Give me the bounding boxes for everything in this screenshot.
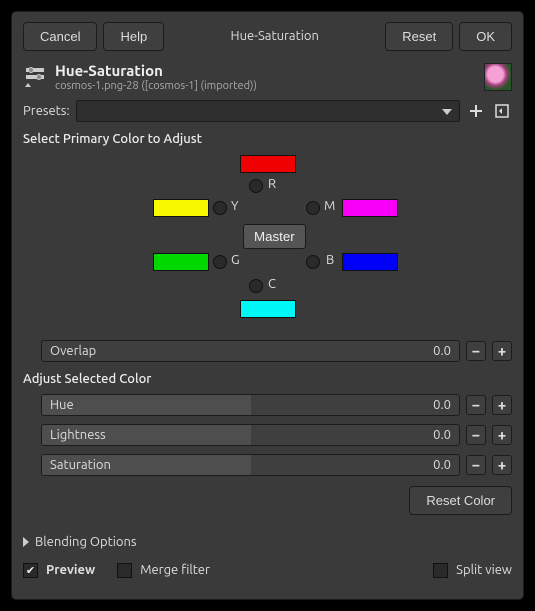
dialog-name-label: Hue-Saturation: [225, 22, 325, 51]
swatch-green[interactable]: [153, 253, 209, 271]
footer-row: ✔ Preview Merge filter Split view: [23, 563, 512, 578]
label-green: G: [231, 253, 240, 267]
lightness-slider-value: 0.0: [433, 428, 451, 442]
title-text: Hue-Saturation cosmos-1.png-28 ([cosmos-…: [55, 63, 257, 92]
saturation-increment[interactable]: +: [492, 455, 512, 475]
lightness-increment[interactable]: +: [492, 425, 512, 445]
radio-blue[interactable]: [306, 255, 320, 269]
preview-label: Preview: [46, 563, 95, 577]
image-thumbnail: [484, 63, 512, 91]
label-blue: B: [326, 253, 334, 267]
overlap-slider[interactable]: Overlap 0.0: [41, 340, 460, 362]
overlap-row: Overlap 0.0 − +: [23, 340, 512, 362]
swatch-blue[interactable]: [342, 253, 398, 271]
blending-options-label: Blending Options: [35, 535, 137, 549]
master-button[interactable]: Master: [243, 224, 306, 249]
label-magenta: M: [324, 199, 335, 213]
help-button[interactable]: Help: [103, 22, 164, 51]
saturation-row: Saturation 0.0 − +: [23, 454, 512, 476]
adjust-selected-label: Adjust Selected Color: [23, 372, 512, 386]
radio-red[interactable]: [249, 179, 263, 193]
merge-filter-checkbox[interactable]: [117, 563, 132, 578]
page-title: Hue-Saturation: [55, 63, 257, 80]
cancel-button[interactable]: Cancel: [23, 22, 97, 51]
label-cyan: C: [268, 277, 276, 291]
hue-row: Hue 0.0 − +: [23, 394, 512, 416]
saturation-slider-label: Saturation: [50, 458, 111, 472]
hue-saturation-tool-icon: [23, 65, 47, 89]
presets-label: Presets:: [23, 104, 70, 118]
saturation-slider-value: 0.0: [433, 458, 451, 472]
manage-presets-icon[interactable]: [492, 101, 512, 121]
saturation-decrement[interactable]: −: [466, 455, 486, 475]
presets-row: Presets:: [23, 100, 512, 122]
blending-options-expander[interactable]: Blending Options: [23, 535, 512, 549]
overlap-slider-label: Overlap: [50, 344, 96, 358]
hue-slider[interactable]: Hue 0.0: [41, 394, 460, 416]
lightness-row: Lightness 0.0 − +: [23, 424, 512, 446]
hue-slider-label: Hue: [50, 398, 74, 412]
overlap-slider-value: 0.0: [433, 344, 451, 358]
radio-cyan[interactable]: [249, 279, 263, 293]
title-row: Hue-Saturation cosmos-1.png-28 ([cosmos-…: [23, 63, 512, 92]
add-preset-icon[interactable]: [466, 101, 486, 121]
color-wheel: R Y M Master G B C: [23, 152, 512, 332]
lightness-slider-label: Lightness: [50, 428, 106, 442]
file-subtitle: cosmos-1.png-28 ([cosmos-1] (imported)): [55, 80, 257, 92]
swatch-red[interactable]: [240, 155, 296, 173]
lightness-decrement[interactable]: −: [466, 425, 486, 445]
presets-dropdown[interactable]: [76, 100, 460, 122]
lightness-slider[interactable]: Lightness 0.0: [41, 424, 460, 446]
ok-button[interactable]: OK: [459, 22, 512, 51]
radio-yellow[interactable]: [213, 201, 227, 215]
saturation-slider[interactable]: Saturation 0.0: [41, 454, 460, 476]
radio-magenta[interactable]: [306, 201, 320, 215]
split-view-checkbox[interactable]: [433, 563, 448, 578]
overlap-decrement[interactable]: −: [466, 341, 486, 361]
radio-green[interactable]: [213, 255, 227, 269]
swatch-cyan[interactable]: [240, 300, 296, 318]
merge-filter-label: Merge filter: [140, 563, 210, 577]
label-red: R: [268, 177, 276, 191]
reset-color-button[interactable]: Reset Color: [409, 486, 512, 515]
hue-saturation-dialog: Cancel Help Hue-Saturation Reset OK Hue-…: [11, 11, 524, 600]
select-primary-label: Select Primary Color to Adjust: [23, 132, 512, 146]
split-view-label: Split view: [456, 563, 512, 577]
preview-checkbox[interactable]: ✔: [23, 563, 38, 578]
reset-button[interactable]: Reset: [385, 22, 453, 51]
hue-decrement[interactable]: −: [466, 395, 486, 415]
swatch-yellow[interactable]: [153, 199, 209, 217]
hue-increment[interactable]: +: [492, 395, 512, 415]
hue-slider-value: 0.0: [433, 398, 451, 412]
top-button-bar: Cancel Help Hue-Saturation Reset OK: [23, 22, 512, 51]
label-yellow: Y: [231, 199, 239, 213]
overlap-increment[interactable]: +: [492, 341, 512, 361]
triangle-right-icon: [23, 537, 29, 547]
swatch-magenta[interactable]: [342, 199, 398, 217]
